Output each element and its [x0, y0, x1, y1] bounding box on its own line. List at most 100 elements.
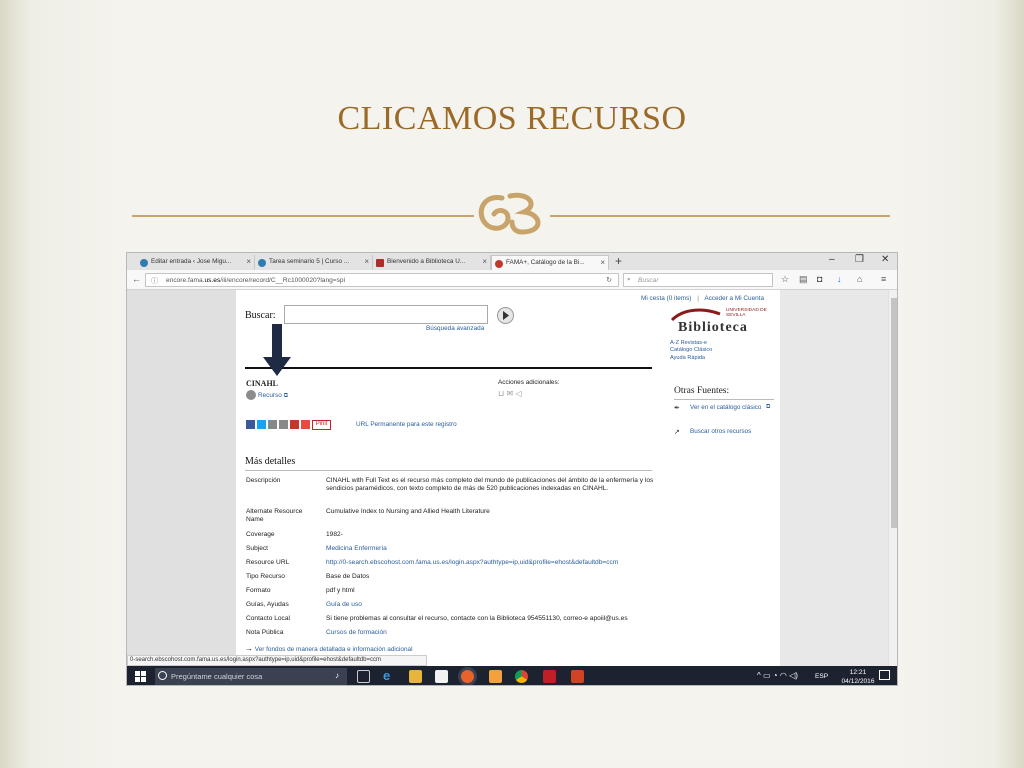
microphone-icon[interactable]: ♪: [335, 671, 339, 680]
print-icon[interactable]: [278, 420, 288, 429]
clock-time: 12:21: [849, 669, 867, 676]
detail-label: Coverage: [246, 531, 275, 538]
close-icon[interactable]: ×: [600, 258, 605, 267]
twitter-icon[interactable]: [256, 420, 266, 429]
mendeley-icon[interactable]: [289, 420, 299, 429]
menu-icon[interactable]: ≡: [881, 274, 886, 284]
flourish-ornament-icon: [478, 192, 541, 235]
az-revistas-link[interactable]: A-Z Revistas-e: [670, 340, 712, 347]
right-arrow-icon: →: [245, 644, 253, 653]
more-info-row: → Ver fondos de manera detallada e infor…: [245, 644, 413, 653]
resource-url-link[interactable]: http://0-search.ebscohost.com.fama.us.es…: [326, 559, 656, 567]
actions-label: Acciones adicionales:: [498, 379, 560, 386]
link-arrow-icon: ↗: [674, 429, 680, 436]
email-share-icon[interactable]: [267, 420, 277, 429]
app-icon[interactable]: [489, 670, 502, 683]
cursos-formacion-link[interactable]: Cursos de formación: [326, 629, 656, 637]
acceder-cuenta-link[interactable]: Acceder a Mi Cuenta: [704, 295, 764, 302]
fama-icon: [495, 260, 503, 268]
close-icon[interactable]: ×: [482, 257, 487, 266]
search-go-button[interactable]: [497, 307, 514, 324]
mail-icon[interactable]: ✉: [506, 389, 513, 398]
mi-cesta-link[interactable]: Mi cesta (0 items): [641, 295, 691, 302]
restore-button[interactable]: ❐: [855, 254, 864, 265]
ayuda-rapida-link[interactable]: Ayuda Rápida: [670, 355, 712, 362]
speaker-icon[interactable]: ◁: [515, 389, 521, 398]
tab-fama-catalogo[interactable]: FAMA+, Catálogo de la Bi... ×: [491, 255, 609, 270]
file-explorer-icon[interactable]: [409, 670, 422, 683]
pocket-icon[interactable]: ◘: [817, 274, 822, 284]
address-bar[interactable]: ⓘ encore.fama.us.es/iii/encore/record/C_…: [145, 273, 619, 287]
tab-strip: Editar entrada ‹ Jose Migu... × Tarea se…: [127, 253, 897, 270]
tab-label: FAMA+, Catálogo de la Bi...: [506, 259, 585, 266]
window-close-button[interactable]: ✕: [881, 254, 889, 265]
catalog-search-input[interactable]: [284, 305, 488, 324]
download-icon[interactable]: ↓: [837, 274, 842, 284]
cortana-search-box[interactable]: Pregúntame cualquier cosa ♪: [155, 668, 347, 685]
home-icon[interactable]: ⌂: [857, 274, 862, 284]
recurso-link[interactable]: Recurso: [258, 392, 282, 399]
cortana-placeholder: Pregúntame cualquier cosa: [171, 672, 263, 681]
pinit-button[interactable]: Pinit: [311, 420, 332, 430]
info-icon[interactable]: ⓘ: [151, 276, 158, 286]
notifications-icon[interactable]: [879, 670, 890, 680]
logo-biblioteca-text: Biblioteca: [678, 320, 748, 335]
search-label: Buscar:: [245, 310, 276, 321]
advanced-search-link[interactable]: Búsqueda avanzada: [426, 325, 484, 332]
permalink-link[interactable]: URL Permanente para este registro: [356, 421, 457, 428]
close-icon[interactable]: ×: [364, 257, 369, 266]
buscar-otros-link[interactable]: Buscar otros recursos: [690, 428, 751, 435]
reading-list-icon[interactable]: ▤: [799, 274, 808, 285]
cortana-circle-icon: [158, 671, 167, 680]
url-domain: us.es: [204, 277, 221, 284]
ver-fondos-link[interactable]: Ver fondos de manera detallada e informa…: [255, 646, 413, 653]
language-indicator[interactable]: ESP: [815, 673, 828, 680]
volume-icon[interactable]: ◁): [789, 671, 798, 680]
bookmark-star-icon[interactable]: ☆: [781, 274, 789, 285]
app-icon-red[interactable]: [543, 670, 556, 683]
back-arrow-icon[interactable]: ←: [132, 274, 141, 284]
firefox-icon[interactable]: [461, 670, 474, 683]
ver-catalogo-link[interactable]: Ver en el catálogo clásico: [690, 404, 762, 412]
chevron-up-icon[interactable]: ^: [757, 671, 761, 680]
chrome-icon[interactable]: [515, 670, 528, 683]
ornament-line-right: [550, 215, 890, 217]
facebook-icon[interactable]: [246, 420, 255, 429]
subject-link[interactable]: Medicina Enfermería: [326, 545, 656, 553]
play-arrow-icon: [503, 311, 509, 320]
biblioteca-logo: UNIVERSIDAD DE SEVILLA Biblioteca: [670, 306, 774, 338]
reload-icon[interactable]: ↻: [606, 276, 612, 284]
detail-label: Descripción: [246, 477, 281, 484]
task-view-icon[interactable]: [357, 670, 370, 683]
new-tab-button[interactable]: +: [615, 254, 622, 268]
detail-label: Tipo Recurso: [246, 573, 285, 580]
store-icon[interactable]: [435, 670, 448, 683]
clock-date: 04/12/2016: [841, 678, 875, 685]
add-share-icon[interactable]: [300, 420, 310, 429]
basket-icon[interactable]: ⊔: [498, 389, 504, 398]
detail-value: 1982-: [326, 531, 343, 538]
tab-tarea-seminario[interactable]: Tarea seminario 5 | Curso ... ×: [255, 255, 373, 270]
catalogo-clasico-link[interactable]: Catálogo Clásico: [670, 347, 712, 354]
scrollbar-thumb[interactable]: [891, 298, 897, 528]
wifi-icon[interactable]: ◠: [780, 671, 787, 680]
edge-browser-icon[interactable]: e: [383, 668, 396, 683]
clock[interactable]: 12:21 04/12/2016: [839, 668, 877, 685]
system-tray-icons: ^ ▭ ◔ ◠ ◁): [757, 671, 798, 680]
minimize-button[interactable]: –: [829, 254, 835, 265]
tab-editar-entrada[interactable]: Editar entrada ‹ Jose Migu... ×: [137, 255, 255, 270]
close-icon[interactable]: ×: [246, 257, 251, 266]
battery-icon[interactable]: ▭: [763, 671, 771, 680]
globe-icon: [246, 390, 256, 400]
detail-value: CINAHL with Full Text es el recurso más …: [326, 477, 654, 493]
share-bar: Pinit: [246, 420, 332, 430]
powerpoint-icon[interactable]: [571, 670, 584, 683]
tab-bienvenido-biblioteca[interactable]: Bienvenido a Biblioteca U... ×: [373, 255, 491, 270]
network-icon[interactable]: ◔: [773, 671, 778, 680]
detail-value: Base de Datos: [326, 573, 370, 580]
guia-uso-link[interactable]: Guía de uso: [326, 601, 656, 609]
link-separator: |: [697, 295, 699, 302]
windows-start-icon[interactable]: [135, 671, 146, 682]
tab-label: Bienvenido a Biblioteca U...: [387, 258, 466, 265]
browser-search-input[interactable]: ⌕ Buscar: [623, 273, 773, 287]
